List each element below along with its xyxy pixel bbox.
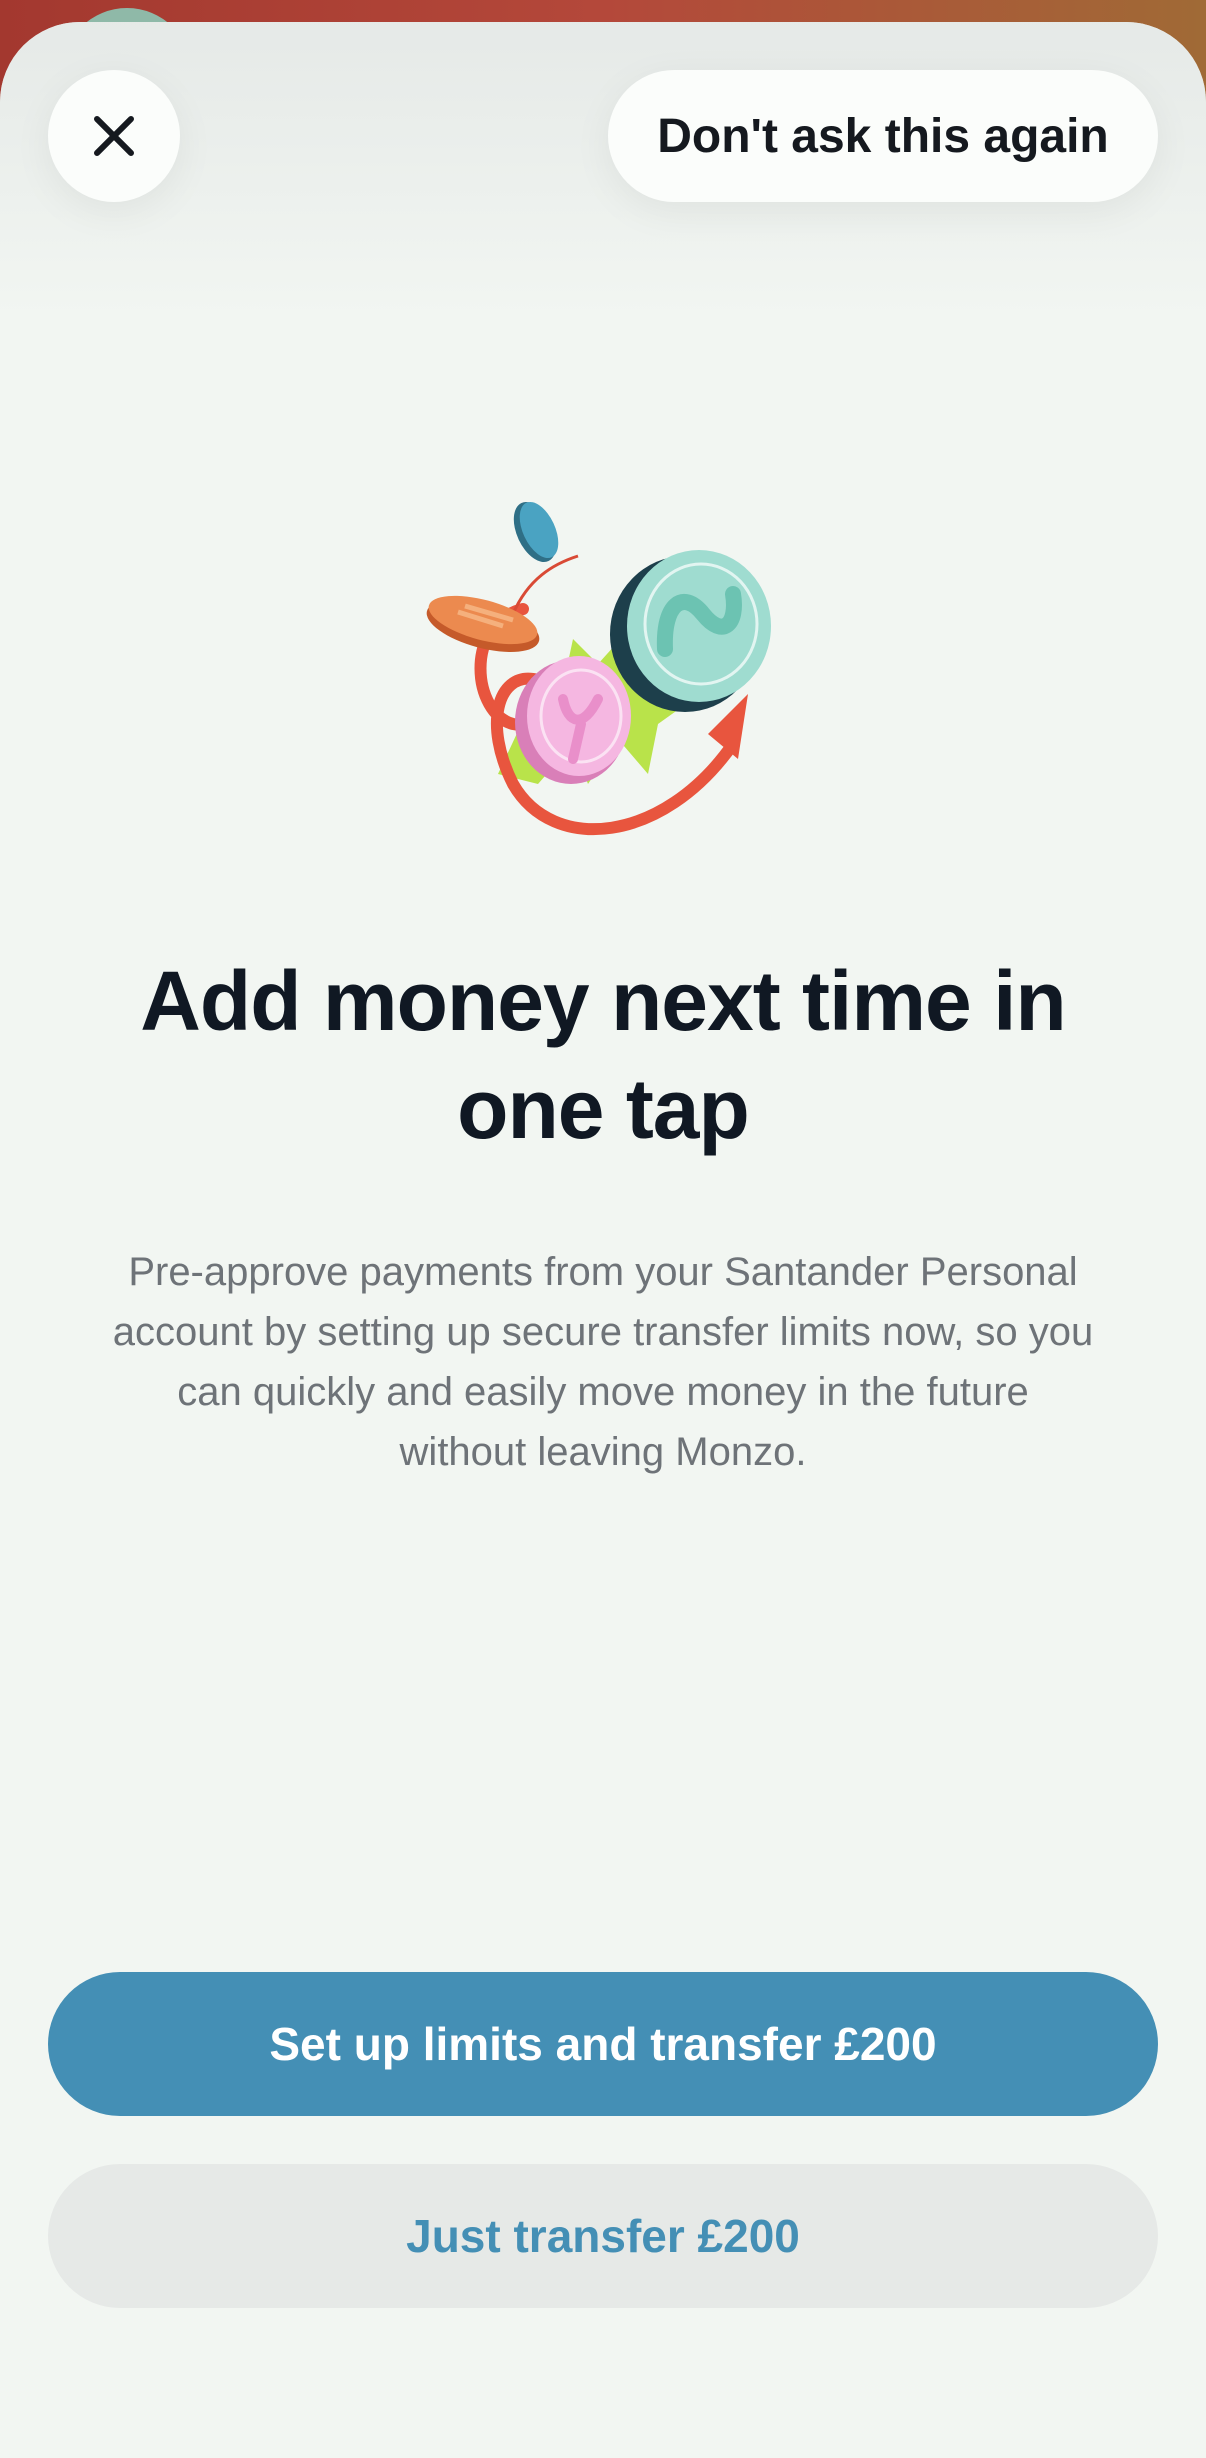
bottom-sheet: Don't ask this again Add money next time…: [0, 22, 1206, 2458]
close-icon: [94, 116, 134, 156]
setup-limits-transfer-button[interactable]: Set up limits and transfer £200: [48, 1972, 1158, 2116]
just-transfer-button[interactable]: Just transfer £200: [48, 2164, 1158, 2308]
coins-arrow-illustration: [426, 501, 771, 836]
description-text: Pre-approve payments from your Santander…: [112, 1250, 1094, 1474]
close-button[interactable]: [48, 70, 180, 202]
page-title: Add money next time in one tap: [140, 954, 1066, 1156]
dont-ask-again-button[interactable]: Don't ask this again: [608, 70, 1158, 202]
